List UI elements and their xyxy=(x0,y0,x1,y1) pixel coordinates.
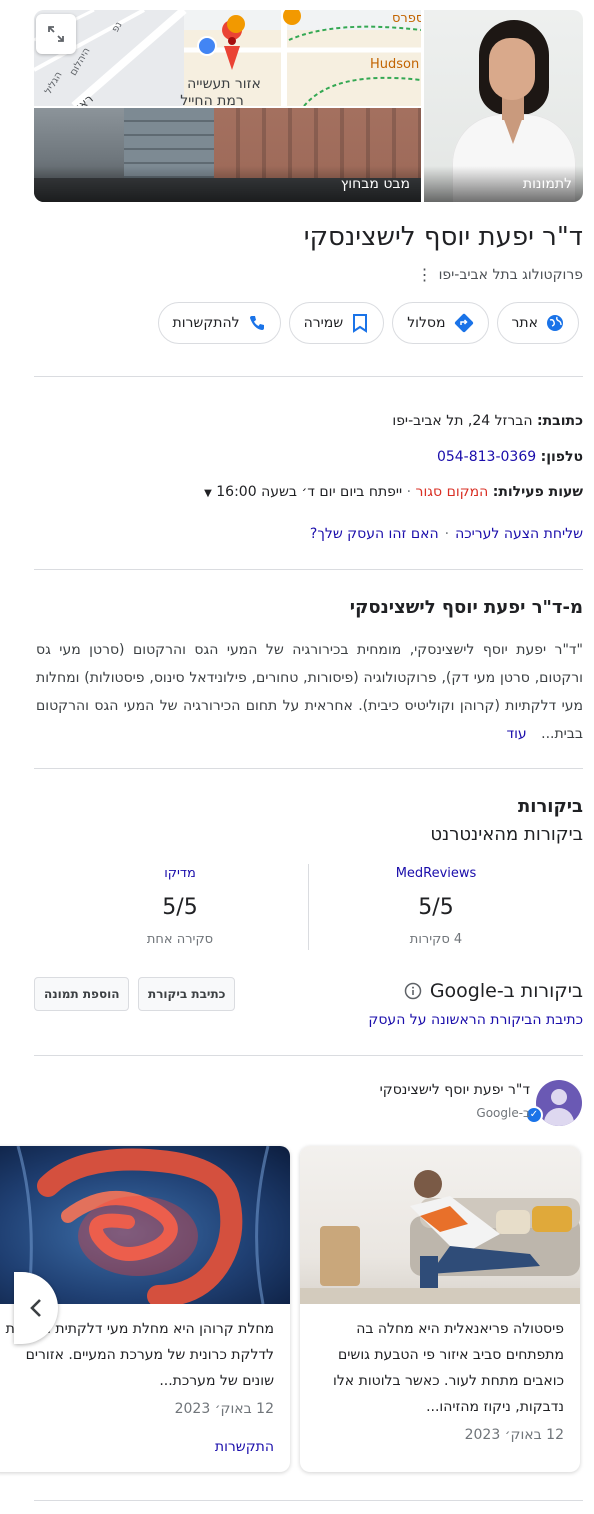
hours-label: שעות פעילות: xyxy=(492,484,583,500)
post-author-name[interactable]: ד"ר יפעת יוסף לישצינסקי xyxy=(380,1082,530,1098)
phone-link[interactable]: 054-813-0369 xyxy=(437,449,536,465)
post-date: 12 באוק׳ 2023 xyxy=(174,1401,274,1417)
google-reviews-heading: ביקורות ב-Google xyxy=(404,980,583,1002)
save-button[interactable]: שמירה xyxy=(288,302,385,344)
about-title: מ-ד"ר יפעת יוסף לישצינסקי xyxy=(349,597,583,618)
post-card[interactable]: פיסטולה פריאנאלית היא מחלה בה מתפתחים סב… xyxy=(300,1146,580,1472)
review-source-name[interactable]: מדיקו xyxy=(70,866,290,881)
hours-status: המקום סגור xyxy=(415,484,489,500)
more-options-icon[interactable]: ⋮ xyxy=(417,265,433,284)
review-score: 5/5 xyxy=(162,895,198,920)
post-body: מחלת קרוהן היא מחלת מעי דלקתית הגורמת לד… xyxy=(2,1316,274,1460)
portrait-face xyxy=(489,38,535,100)
post-body: פיסטולה פריאנאלית היא מחלה בה מתפתחים סב… xyxy=(314,1316,564,1448)
map-label-area1: אזור תעשייה xyxy=(187,76,261,92)
edit-links: שליחת הצעה לעריכה · האם זהו העסק שלך? xyxy=(310,526,583,542)
about-text: "ד"ר יפעת יוסף לישצינסקי, מומחית בכירורג… xyxy=(36,642,583,742)
divider xyxy=(34,1055,583,1056)
hours-next-open: ייפתח ביום יום ד׳ בשעה 16:00 xyxy=(216,484,403,500)
divider xyxy=(34,569,583,570)
action-buttons: אתר מסלול שמירה להתקשרות xyxy=(157,302,579,344)
business-category-row: פרוקטולוג בתל אביב-יפו ⋮ xyxy=(417,265,583,284)
directions-label: מסלול xyxy=(407,315,446,331)
vertical-divider xyxy=(308,864,309,950)
expand-icon xyxy=(48,26,64,42)
phone-row: טלפון: 054-813-0369 xyxy=(437,449,583,465)
bookmark-icon xyxy=(353,314,368,333)
review-count: סקירה אחת xyxy=(146,932,214,947)
review-source-mediko[interactable]: מדיקו 5/5 סקירה אחת xyxy=(70,866,290,947)
map-thumbnail[interactable]: שגב אקספרס מסעדת הדסון | Hudson אזור תעש… xyxy=(34,10,421,106)
business-name: ד"ר יפעת יוסף לישצינסקי xyxy=(303,222,583,252)
post-author-sub: ב-Google xyxy=(476,1106,530,1120)
info-icon[interactable] xyxy=(404,982,422,1000)
review-count: 4 סקירות xyxy=(409,932,463,947)
read-more-link[interactable]: עוד xyxy=(506,726,526,742)
review-score: 5/5 xyxy=(418,895,454,920)
first-review-link[interactable]: כתיבת הביקורת הראשונה על העסק xyxy=(368,1012,583,1028)
reviews-title: ביקורות xyxy=(517,796,583,817)
expand-map-button[interactable] xyxy=(36,14,76,54)
chevron-left-icon xyxy=(30,1299,41,1317)
post-image-sofa xyxy=(300,1146,580,1304)
map-label-place2: מסעדת הדסון | Hudson xyxy=(370,57,421,72)
google-reviews-title: ביקורות ב-Google xyxy=(429,980,583,1002)
map-label-place1: שגב אקספרס xyxy=(392,11,421,26)
post-call-link[interactable]: התקשרות xyxy=(2,1434,274,1460)
call-label: להתקשרות xyxy=(172,315,240,331)
globe-icon xyxy=(547,315,563,331)
street-view-thumbnail[interactable]: מבט מבחוץ xyxy=(34,108,421,202)
write-review-button[interactable]: כתיבת ביקורת xyxy=(138,977,236,1011)
web-reviews-subtitle: ביקורות מהאינטרנט xyxy=(430,824,583,845)
address-value[interactable]: הברזל 24, תל אביב-יפו xyxy=(392,413,532,429)
hours-row[interactable]: שעות פעילות: המקום סגור · ייפתח ביום יום… xyxy=(204,484,583,500)
map-graphic: שגב אקספרס מסעדת הדסון | Hudson אזור תעש… xyxy=(34,10,421,106)
about-description: "ד"ר יפעת יוסף לישצינסקי, מומחית בכירורג… xyxy=(36,636,583,748)
address-row: כתובת: הברזל 24, תל אביב-יפו xyxy=(392,413,583,429)
post-text: פיסטולה פריאנאלית היא מחלה בה מתפתחים סב… xyxy=(333,1321,564,1415)
hours-separator: · xyxy=(402,484,412,500)
phone-label: טלפון: xyxy=(540,449,583,465)
review-source-name[interactable]: MedReviews xyxy=(326,866,546,881)
divider xyxy=(34,768,583,769)
avatar-head xyxy=(551,1089,567,1105)
directions-icon xyxy=(454,313,473,333)
call-button[interactable]: להתקשרות xyxy=(157,302,281,344)
avatar[interactable] xyxy=(536,1080,582,1126)
phone-icon xyxy=(249,316,264,330)
post-date: 12 באוק׳ 2023 xyxy=(464,1427,564,1443)
directions-button[interactable]: מסלול xyxy=(392,302,489,344)
street-view-label: מבט מבחוץ xyxy=(34,166,421,202)
business-category: פרוקטולוג בתל אביב-יפו xyxy=(438,266,583,283)
own-business-link[interactable]: האם זהו העסק שלך? xyxy=(310,526,439,542)
avatar-body xyxy=(544,1108,574,1126)
address-label: כתובת: xyxy=(537,413,583,429)
photos-label: לתמונות xyxy=(424,166,583,202)
add-photo-button[interactable]: הוספת תמונה xyxy=(34,977,130,1011)
website-label: אתר xyxy=(511,315,538,331)
website-button[interactable]: אתר xyxy=(496,302,579,344)
map-label-area2: רמת החייל xyxy=(180,93,244,106)
suggest-edit-link[interactable]: שליחת הצעה לעריכה xyxy=(455,526,583,542)
divider xyxy=(34,376,583,377)
business-photo[interactable]: לתמונות xyxy=(424,10,583,202)
link-separator: · xyxy=(444,526,450,542)
save-label: שמירה xyxy=(303,315,344,331)
divider xyxy=(34,1500,583,1501)
chevron-down-icon[interactable]: ▼ xyxy=(204,488,212,499)
review-source-medreviews[interactable]: MedReviews 5/5 4 סקירות xyxy=(326,866,546,947)
